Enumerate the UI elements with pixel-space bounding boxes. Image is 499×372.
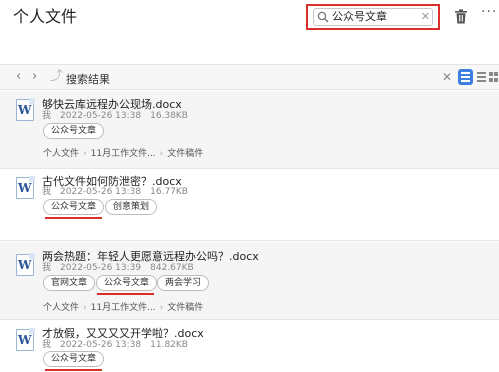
- file-meta: 我 2022-05-26 13:38 16.77KB: [42, 187, 197, 198]
- highlight-underline: [97, 293, 154, 295]
- tag-chip[interactable]: 两会学习: [157, 275, 210, 291]
- clear-search-icon[interactable]: ✕: [421, 9, 430, 25]
- file-name[interactable]: 够快云库远程办公现场.docx: [42, 98, 182, 111]
- tag-chip[interactable]: 创意策划: [105, 199, 158, 215]
- highlight-underline: [45, 369, 102, 371]
- file-date: 2022-05-26 13:39: [60, 263, 142, 273]
- grid-view-button[interactable]: [488, 69, 499, 85]
- file-name[interactable]: 两会热题：年轻人更愿意远程办公吗？.docx: [42, 250, 259, 263]
- tag-chip[interactable]: 官网文章: [43, 275, 96, 291]
- tag-chip[interactable]: 公众号文章: [43, 123, 105, 139]
- close-search-button[interactable]: ✕: [442, 70, 452, 84]
- file-size: 16.77KB: [150, 187, 188, 197]
- file-size: 11.82KB: [150, 340, 188, 350]
- result-item[interactable]: W 两会热题：年轻人更愿意远程办公吗？.docx 我 2022-05-26 13:…: [0, 242, 499, 320]
- tag-chip[interactable]: 公众号文章: [43, 351, 105, 367]
- file-meta: 我 2022-05-26 13:38 11.82KB: [42, 340, 197, 351]
- word-doc-icon: W: [16, 176, 35, 199]
- path-segment[interactable]: 个人文件: [43, 149, 79, 159]
- forward-button[interactable]: ›: [32, 70, 37, 84]
- word-doc-icon: W: [16, 98, 35, 121]
- file-owner: 我: [42, 111, 52, 121]
- tag-chip[interactable]: 公众号文章: [96, 275, 158, 291]
- file-owner: 我: [42, 263, 52, 273]
- file-owner: 我: [42, 340, 52, 350]
- word-doc-icon: W: [16, 253, 35, 276]
- trash-icon[interactable]: [454, 9, 468, 24]
- file-owner: 我: [42, 187, 52, 197]
- breadcrumb: 搜索结果: [66, 73, 110, 86]
- tag-chip[interactable]: 公众号文章: [43, 199, 105, 215]
- path-segment[interactable]: 11月工作文件...: [91, 303, 156, 313]
- back-button[interactable]: ‹: [16, 70, 21, 84]
- list-view-button[interactable]: [458, 69, 473, 85]
- file-name[interactable]: 才放假，又又又又开学啦？.docx: [42, 327, 204, 340]
- file-date: 2022-05-26 13:38: [60, 111, 142, 121]
- search-icon: [317, 11, 329, 23]
- word-doc-icon: W: [16, 328, 35, 351]
- search-value: 公众号文章: [332, 10, 387, 23]
- toolbar: ‹ › ⤴ 搜索结果 ✕: [0, 64, 499, 90]
- file-path: 个人文件 › 11月工作文件... › 文件稿件: [43, 303, 204, 313]
- more-menu-icon[interactable]: ···: [481, 5, 497, 19]
- search-highlight-box: 公众号文章 ✕: [306, 4, 440, 30]
- path-segment[interactable]: 个人文件: [43, 303, 79, 313]
- path-segment[interactable]: 11月工作文件...: [91, 149, 156, 159]
- result-item[interactable]: W 古代文件如何防泄密？.docx 我 2022-05-26 13:38 16.77…: [0, 170, 499, 241]
- file-meta: 我 2022-05-26 13:38 16.38KB: [42, 111, 197, 122]
- highlight-underline: [45, 217, 102, 219]
- result-item[interactable]: W 够快云库远程办公现场.docx 我 2022-05-26 13:38 16.38…: [0, 91, 499, 169]
- path-segment[interactable]: 文件稿件: [167, 303, 203, 313]
- result-item[interactable]: W 才放假，又又又又开学啦？.docx 我 2022-05-26 13:38 11.…: [0, 321, 499, 372]
- path-segment[interactable]: 文件稿件: [167, 149, 203, 159]
- up-folder-button[interactable]: ⤴: [50, 70, 63, 84]
- detail-view-button[interactable]: [474, 69, 489, 85]
- file-path: 个人文件 › 11月工作文件... › 文件稿件: [43, 149, 204, 159]
- search-input[interactable]: 公众号文章 ✕: [313, 8, 433, 26]
- page-title: 个人文件: [13, 7, 78, 26]
- file-date: 2022-05-26 13:38: [60, 340, 142, 350]
- file-meta: 我 2022-05-26 13:39 842.67KB: [42, 263, 203, 274]
- file-date: 2022-05-26 13:38: [60, 187, 142, 197]
- file-size: 16.38KB: [150, 111, 188, 121]
- file-size: 842.67KB: [150, 263, 194, 273]
